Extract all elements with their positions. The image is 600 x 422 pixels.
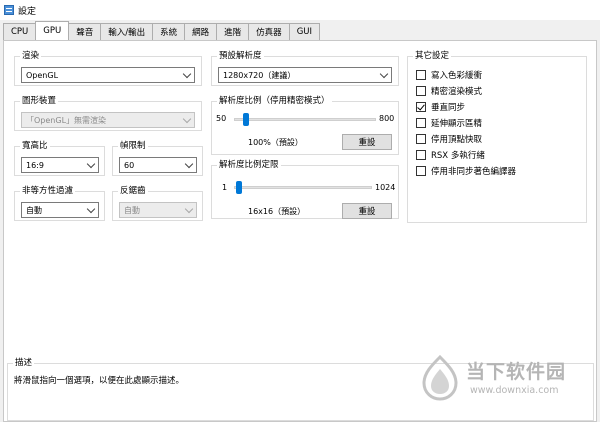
res-limit-min: 1 [222, 183, 228, 192]
resolution-value: 1280x720（建議） [223, 70, 296, 80]
tab-system[interactable]: 系統 [152, 23, 186, 40]
antialias-select[interactable]: 自動 [119, 202, 197, 218]
checkbox-box[interactable] [416, 118, 426, 128]
chevron-down-icon [86, 204, 96, 214]
res-limit-reset-button[interactable]: 重設 [342, 203, 392, 219]
framelimit-group: 幀限制 60 [112, 141, 203, 176]
slider-thumb[interactable] [235, 181, 242, 194]
checkbox-vsync[interactable]: 垂直同步 [416, 101, 465, 113]
res-scale-label: 解析度比例（停用精密模式） [217, 96, 332, 107]
checkbox-label: 延伸顯示區精 [431, 119, 483, 129]
res-limit-group: 解析度比例定限 1 1024 16x16（預設） 重設 [211, 160, 399, 219]
checkbox-box[interactable] [416, 134, 426, 144]
watermark-sub-text: www.downxia.com [470, 385, 559, 396]
chevron-down-icon [86, 159, 96, 169]
checkbox-rsx-multithread[interactable]: RSX 多執行緒 [416, 149, 485, 161]
title-bar: 設定 [0, 0, 600, 20]
res-scale-value: 100%（預設） [248, 138, 303, 147]
checkbox-disable-async-shader[interactable]: 停用非同步著色編譯器 [416, 165, 516, 177]
framelimit-value: 60 [124, 160, 135, 170]
res-scale-group: 解析度比例（停用精密模式） 50 800 100%（預設） 重設 [211, 96, 399, 155]
settings-app-icon [4, 5, 14, 15]
tab-advanced[interactable]: 進階 [216, 23, 250, 40]
res-scale-max: 800 [379, 114, 395, 123]
description-label: 描述 [13, 358, 35, 369]
checkbox-label: 停用頂點快取 [431, 135, 483, 145]
aniso-value: 自動 [26, 205, 42, 215]
slider-track [234, 186, 372, 189]
res-scale-min: 50 [216, 114, 227, 123]
other-settings-group: 其它設定 寫入色彩緩衝 精密渲染模式 垂直同步 延伸顯示區精 停用頂點快取 RS… [407, 51, 587, 223]
res-limit-value: 16x16（預設） [248, 207, 306, 216]
checkbox-box[interactable] [416, 166, 426, 176]
antialias-group: 反鋸齒 自動 [112, 186, 203, 221]
resolution-select[interactable]: 1280x720（建議） [218, 67, 392, 83]
tab-network[interactable]: 網路 [184, 23, 218, 40]
aniso-label: 非等方性過濾 [20, 186, 76, 197]
checkbox-box[interactable] [416, 86, 426, 96]
tab-cpu[interactable]: CPU [3, 23, 37, 40]
watermark-main-text: 当下软件园 [466, 361, 567, 383]
checkbox-box[interactable] [416, 150, 426, 160]
checkbox-label: 精密渲染模式 [431, 87, 483, 97]
tab-emulator[interactable]: 仿真器 [248, 23, 290, 40]
chevron-down-icon [379, 69, 389, 79]
aniso-select[interactable]: 自動 [21, 202, 99, 218]
aspect-label: 寬高比 [20, 141, 50, 152]
checkbox-stretch-display[interactable]: 延伸顯示區精 [416, 117, 482, 129]
aniso-group: 非等方性過濾 自動 [14, 186, 105, 221]
resolution-label: 預設解析度 [217, 51, 264, 62]
res-scale-slider[interactable] [234, 113, 376, 126]
aspect-group: 寬高比 16:9 [14, 141, 105, 176]
checkbox-strict-render[interactable]: 精密渲染模式 [416, 85, 482, 97]
checkbox-label: RSX 多執行緒 [431, 151, 485, 161]
res-limit-slider[interactable] [234, 181, 372, 194]
res-limit-max: 1024 [375, 183, 396, 192]
checkbox-label: 垂直同步 [431, 103, 466, 113]
device-label: 圖形裝置 [20, 96, 59, 107]
tab-io[interactable]: 輸入/輸出 [100, 23, 154, 40]
framelimit-select[interactable]: 60 [119, 157, 197, 173]
checkbox-write-color-buffer[interactable]: 寫入色彩緩衝 [416, 69, 482, 81]
res-scale-reset-button[interactable]: 重設 [342, 134, 392, 150]
tab-audio[interactable]: 聲音 [68, 23, 102, 40]
chevron-down-icon [184, 159, 194, 169]
slider-thumb[interactable] [243, 113, 250, 126]
aspect-value: 16:9 [26, 160, 44, 170]
slider-track [234, 118, 376, 121]
checkbox-disable-vertex-cache[interactable]: 停用頂點快取 [416, 133, 482, 145]
chevron-down-icon [184, 204, 194, 214]
device-value: 「OpenGL」無需渲染 [26, 115, 107, 125]
aspect-select[interactable]: 16:9 [21, 157, 99, 173]
framelimit-label: 幀限制 [118, 141, 148, 152]
device-select[interactable]: 「OpenGL」無需渲染 [21, 112, 195, 128]
tab-gui[interactable]: GUI [288, 23, 321, 40]
render-select[interactable]: OpenGL [21, 67, 195, 83]
other-settings-label: 其它設定 [413, 51, 452, 62]
watermark: 当下软件园 www.downxia.com [420, 355, 596, 403]
device-group: 圖形裝置 「OpenGL」無需渲染 [14, 96, 202, 131]
antialias-value: 自動 [124, 205, 140, 215]
checkbox-label: 停用非同步著色編譯器 [431, 167, 517, 177]
chevron-down-icon [182, 114, 192, 124]
checkbox-label: 寫入色彩緩衝 [431, 71, 483, 81]
window-title: 設定 [18, 6, 37, 17]
render-label: 渲染 [20, 51, 42, 62]
description-text: 將滑鼠指向一個選項，以便在此處顯示描述。 [14, 376, 185, 386]
watermark-logo-icon [422, 355, 458, 401]
render-group: 渲染 OpenGL [14, 51, 202, 86]
tab-gpu[interactable]: GPU [35, 21, 70, 40]
checkbox-box[interactable] [416, 102, 426, 112]
render-value: OpenGL [26, 70, 59, 80]
tab-bar: CPU GPU 聲音 輸入/輸出 系統 網路 進階 仿真器 GUI [3, 21, 321, 40]
resolution-group: 預設解析度 1280x720（建議） [211, 51, 399, 86]
res-limit-label: 解析度比例定限 [217, 160, 281, 171]
chevron-down-icon [182, 69, 192, 79]
antialias-label: 反鋸齒 [118, 186, 148, 197]
checkbox-box[interactable] [416, 70, 426, 80]
